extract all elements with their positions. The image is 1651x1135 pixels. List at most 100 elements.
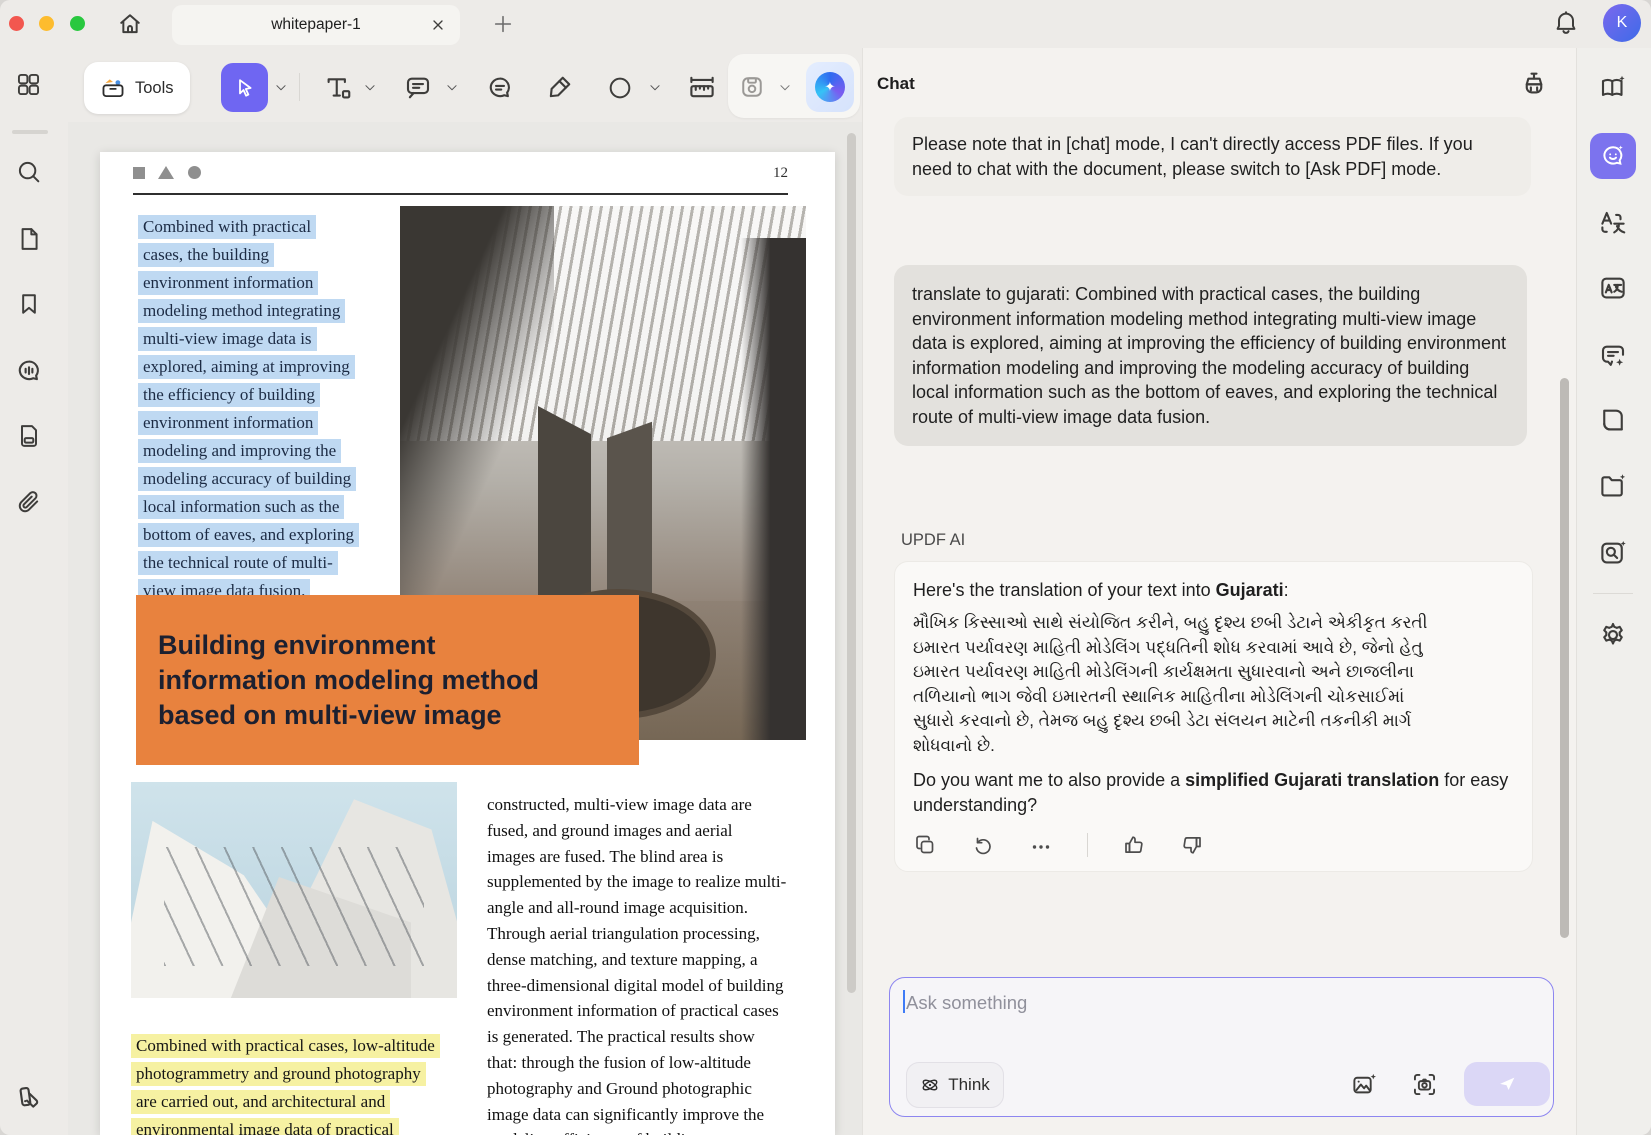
- tab-close-icon[interactable]: [430, 17, 446, 33]
- stamp-tool-icon[interactable]: [738, 73, 766, 101]
- shape-circle-tool-icon[interactable]: [606, 74, 634, 102]
- text-line: constructed, multi-view image data are: [487, 792, 817, 818]
- send-button[interactable]: [1464, 1062, 1550, 1106]
- left-sidebar: [0, 122, 68, 1135]
- minimize-traffic-light[interactable]: [39, 16, 54, 31]
- chat-notice-text: Please note that in [chat] mode, I can't…: [912, 134, 1473, 179]
- user-avatar[interactable]: K: [1603, 4, 1641, 42]
- text-line: Combined with practical cases, low-altit…: [131, 1034, 440, 1058]
- body-text-column: constructed, multi-view image data arefu…: [487, 792, 817, 1135]
- note-tool-icon[interactable]: [403, 73, 433, 103]
- text-line: environment information: [138, 271, 318, 295]
- ai-assistant-toolbar-button[interactable]: ✦: [806, 62, 854, 112]
- text-line: image data can significantly improve the: [487, 1102, 817, 1128]
- ai-chat-smiley-icon: [1599, 142, 1627, 170]
- chat-input-box[interactable]: Ask something Think: [889, 977, 1554, 1117]
- orange-title-banner: Building environmentinformation modeling…: [136, 595, 639, 765]
- text-line: photogrammetry and ground photography: [131, 1062, 426, 1086]
- copy-icon[interactable]: [913, 833, 937, 857]
- measure-ruler-icon[interactable]: [687, 73, 717, 103]
- ai-translate-icon[interactable]: [1598, 208, 1628, 238]
- attachment-paperclip-icon[interactable]: [15, 488, 43, 516]
- stamp-tool-chevron-icon[interactable]: [778, 81, 792, 95]
- ai-folder-icon[interactable]: [1598, 471, 1628, 501]
- sidebar-scroll-handle: [12, 130, 48, 134]
- text-line: સુધારો કરવાનો છે, તેમજ બહુ દૃશ્ય છબી ડેટ…: [913, 709, 1514, 734]
- pdf-page: 12 Combined with practicalcases, the bui…: [100, 152, 835, 1135]
- send-plane-icon: [1496, 1073, 1518, 1095]
- text-line: environment information: [138, 411, 318, 435]
- note-tool-chevron-icon[interactable]: [445, 81, 459, 95]
- select-tool-button[interactable]: [221, 63, 268, 112]
- highlighter-pen-icon[interactable]: [545, 72, 575, 102]
- shape-tool-chevron-icon[interactable]: [648, 81, 662, 95]
- chat-panel: Chat Please note that in [chat] mode, I …: [862, 48, 1577, 1135]
- comment-tool-icon[interactable]: [485, 73, 515, 103]
- triangle-shape: [158, 166, 174, 179]
- text-line: bottom of eaves, and exploring: [138, 523, 359, 547]
- bookmark-icon[interactable]: [15, 290, 43, 318]
- tools-label: Tools: [135, 79, 174, 98]
- swatches-icon[interactable]: [14, 1082, 44, 1112]
- ai-compose-icon[interactable]: [1598, 341, 1628, 371]
- settings-gear-icon[interactable]: [1598, 620, 1628, 650]
- text-line: images are fused. The blind area is: [487, 844, 817, 870]
- text-line: શોધવાનો છે.: [913, 734, 1514, 759]
- text-line: cases, the building: [138, 243, 274, 267]
- text-line: angle and all-round image acquisition.: [487, 895, 817, 921]
- zoom-traffic-light[interactable]: [70, 16, 85, 31]
- home-button[interactable]: [116, 10, 144, 38]
- insert-image-icon[interactable]: [1351, 1071, 1378, 1098]
- pdf-viewer-pane[interactable]: 12 Combined with practicalcases, the bui…: [68, 122, 862, 1135]
- thumbs-down-icon[interactable]: [1180, 833, 1204, 857]
- pdf-scrollbar[interactable]: [847, 133, 856, 993]
- text-tool-chevron-icon[interactable]: [363, 81, 377, 95]
- text-line: supplemented by the image to realize mul…: [487, 869, 817, 895]
- circle-shape: [188, 166, 201, 179]
- translate-box-icon[interactable]: [1598, 273, 1628, 303]
- text-line: that: through the fusion of low-altitude: [487, 1050, 817, 1076]
- tools-button[interactable]: Tools: [84, 62, 190, 114]
- ai-answer-card: Here's the translation of your text into…: [894, 561, 1533, 872]
- text-line: environmental image data of practical: [131, 1118, 399, 1135]
- user-message-text: translate to gujarati: Combined with pra…: [912, 284, 1506, 427]
- ai-search-icon[interactable]: [1598, 538, 1628, 568]
- chat-scrollbar[interactable]: [1560, 378, 1569, 938]
- reader-mode-icon[interactable]: [1598, 405, 1628, 435]
- ai-message-actions: [913, 833, 1514, 857]
- page-thumbnails-icon[interactable]: [15, 225, 43, 253]
- ai-sender-label: UPDF AI: [901, 531, 965, 550]
- text-line: based on multi-view image: [158, 698, 639, 733]
- clear-chat-broom-icon[interactable]: [1519, 68, 1549, 98]
- text-line: મૌખિક કિસ્સાઓ સાથે સંયોજિત કરીને, બહુ દૃ…: [913, 611, 1514, 636]
- chat-panel-title: Chat: [877, 74, 915, 94]
- text-line: Combined with practical: [138, 215, 316, 239]
- regenerate-icon[interactable]: [971, 833, 995, 857]
- yellow-highlighted-paragraph: Combined with practical cases, low-altit…: [131, 1034, 440, 1135]
- chat-input-placeholder-row[interactable]: Ask something: [903, 990, 1027, 1014]
- search-icon[interactable]: [15, 158, 43, 186]
- close-traffic-light[interactable]: [9, 16, 24, 31]
- page-stamp-icon[interactable]: [15, 422, 43, 450]
- screenshot-camera-icon[interactable]: [1411, 1071, 1438, 1098]
- app-grid-icon[interactable]: [15, 71, 42, 98]
- ai-read-book-icon[interactable]: [1598, 73, 1628, 103]
- text-line: fused, and ground images and aerial: [487, 818, 817, 844]
- text-line: multi-view image data is: [138, 327, 317, 351]
- chat-input-placeholder: Ask something: [906, 992, 1027, 1013]
- text-line: the efficiency of building: [138, 383, 320, 407]
- ai-chat-tab-active[interactable]: [1590, 133, 1636, 179]
- updf-window: whitepaper-1 K Tools: [0, 0, 1651, 1135]
- text-caret: [903, 990, 905, 1013]
- more-options-icon[interactable]: [1029, 833, 1053, 857]
- voice-comment-icon[interactable]: [14, 356, 44, 386]
- notifications-bell-icon[interactable]: [1552, 9, 1580, 37]
- thumbs-up-icon[interactable]: [1122, 833, 1146, 857]
- titlebar: whitepaper-1 K: [0, 0, 1651, 48]
- text-tool-icon[interactable]: [323, 73, 353, 103]
- document-tab[interactable]: whitepaper-1: [172, 5, 460, 45]
- select-tool-chevron-icon[interactable]: [274, 81, 288, 95]
- text-line: modeling and improving the: [138, 439, 341, 463]
- think-mode-button[interactable]: Think: [906, 1062, 1004, 1108]
- new-tab-plus-icon[interactable]: [492, 13, 514, 35]
